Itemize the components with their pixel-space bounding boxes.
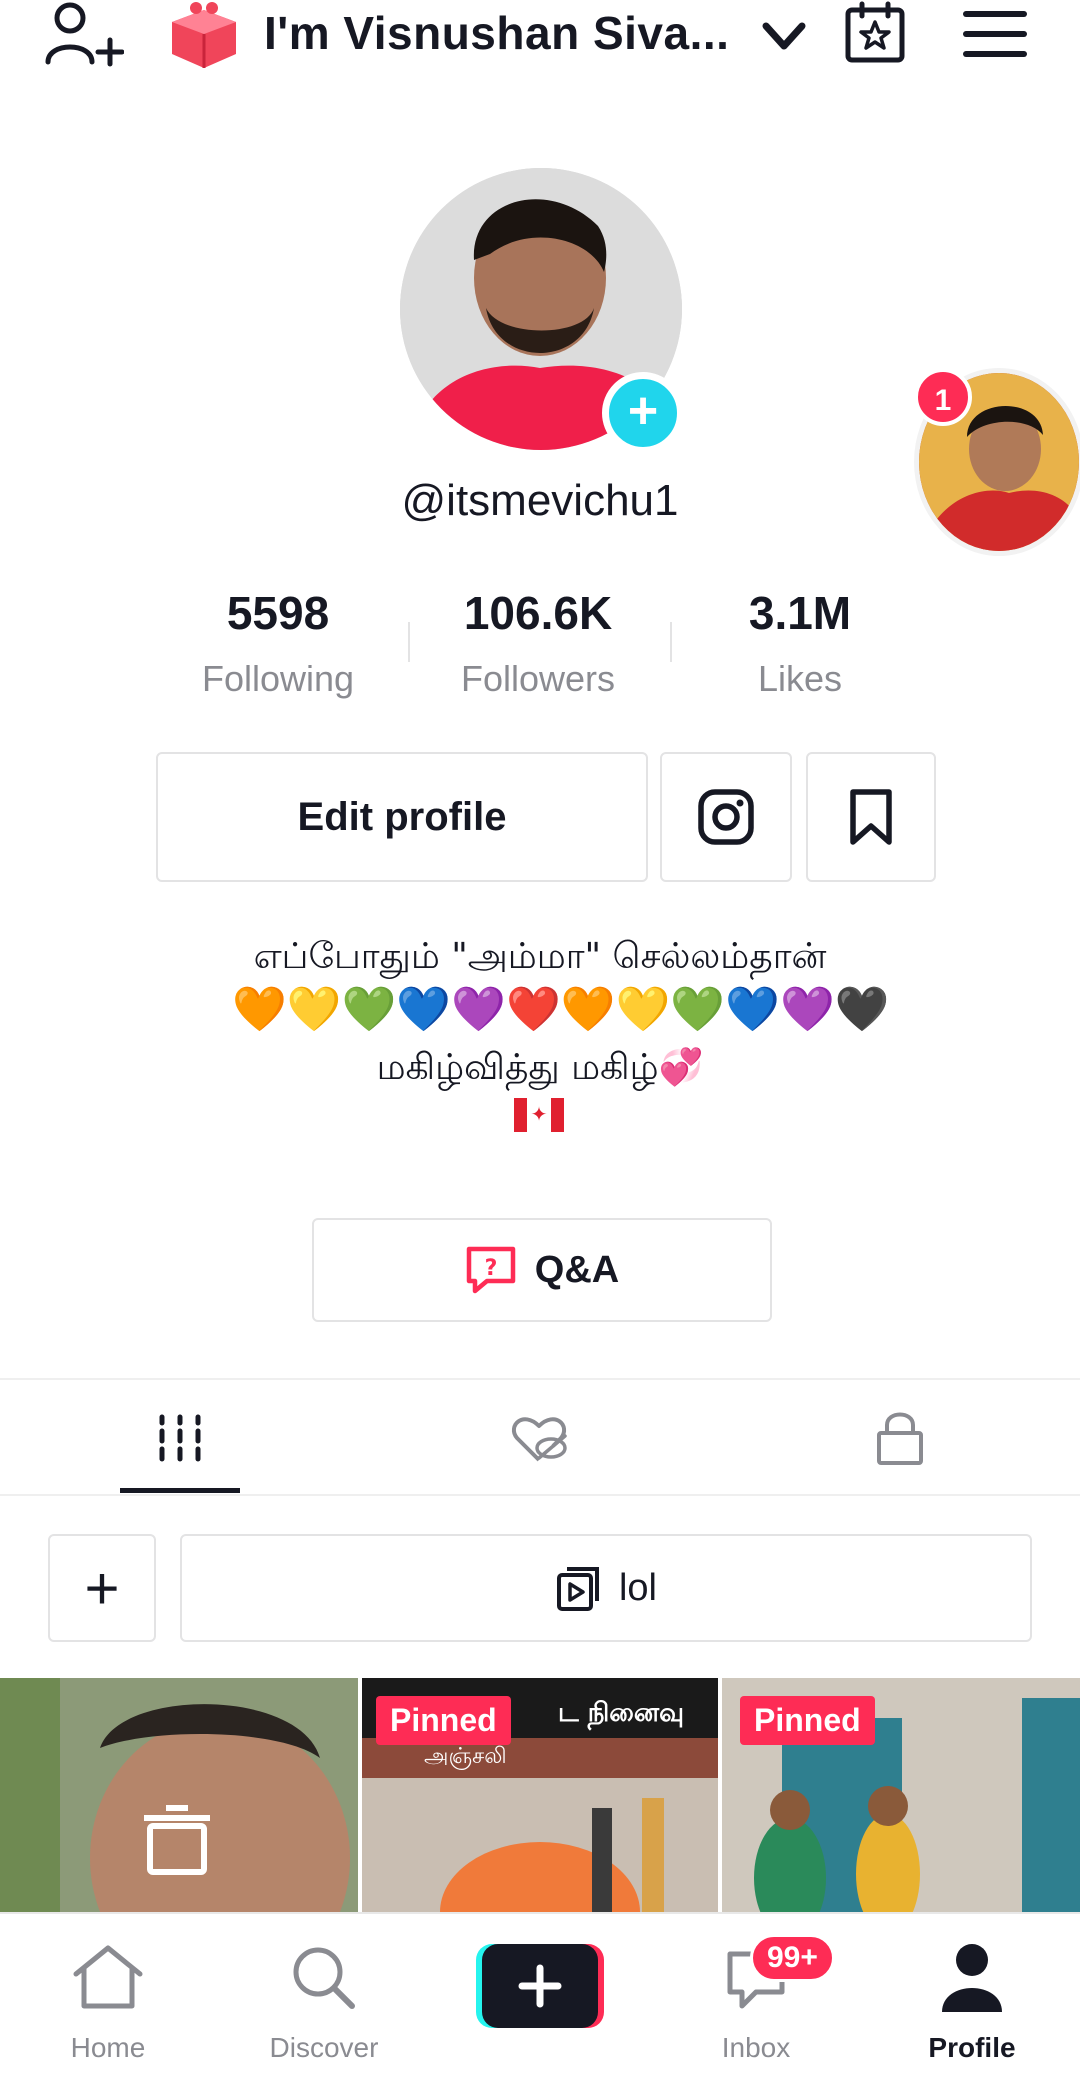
divider [0,1494,1080,1496]
active-tab-indicator [120,1488,240,1493]
stat-followers[interactable]: 106.6K Followers [408,586,668,700]
menu-icon[interactable] [962,8,1028,60]
bookmark-button[interactable] [806,752,936,882]
video-thumbnail[interactable] [0,1678,358,1912]
liked-hidden-icon [511,1417,567,1462]
inbox-badge: 99+ [750,1934,835,1982]
profile-account-name[interactable]: I'm Visnushan Siva... [264,6,729,60]
playlist-name: lol [618,1566,658,1609]
stat-value: 106.6K [463,587,613,639]
nav-label: Discover [269,2032,379,2063]
svg-text:?: ? [484,1256,497,1281]
stat-likes[interactable]: 3.1M Likes [670,586,930,700]
heart-emoji: ❤️ [505,985,561,1034]
stat-label: Followers [460,658,616,699]
add-playlist-button[interactable]: + [48,1534,156,1642]
top-bar: I'm Visnushan Siva... [0,0,1080,80]
heart-emoji: 💛 [286,985,342,1034]
stat-label: Likes [757,658,843,699]
bookmark-icon [850,789,892,845]
stat-label: Following [201,658,355,699]
bio-line: எப்போதும் "அம்மா" செல்லம்தான் [253,936,827,977]
gift-icon[interactable] [166,0,242,72]
question-bubble-icon: ? [466,1246,516,1294]
username: @itsmevichu1 [401,476,679,525]
add-avatar-button[interactable]: + [602,372,684,454]
heart-emoji: 💚 [341,985,397,1034]
nav-label: Inbox [721,2032,791,2063]
playlist-icon [556,1567,599,1611]
video-overlay-text: அஞ்சலி [424,1744,507,1769]
plus-icon [476,1944,604,2028]
video-grid: Pinned ட நினைவு அஞ்சலி Pinned [0,1678,1080,1912]
pinned-badge: Pinned [376,1696,511,1745]
stat-value: 3.1M [748,587,852,639]
bottom-navigation: Home Discover Inbox 99+ Profile [0,1912,1080,2076]
tab-liked[interactable] [480,1380,600,1496]
video-overlay-text: ட நினைவு [558,1698,684,1728]
profile-icon [942,1944,1002,2012]
heart-emoji: 💙 [725,985,780,1034]
nav-home[interactable]: Home [28,1914,188,2076]
tab-private[interactable] [840,1380,960,1496]
tab-videos[interactable] [120,1380,240,1496]
heart-emoji: 💜 [779,985,835,1034]
instagram-icon [698,789,754,845]
qa-label: Q&A [534,1248,620,1291]
videos-grid-icon [159,1414,201,1462]
edit-profile-button[interactable]: Edit profile [156,752,648,882]
content-tabs [0,1380,1080,1496]
search-icon [293,1947,355,2009]
home-icon [73,1945,143,2009]
pinned-badge: Pinned [740,1696,875,1745]
heart-emoji: 💛 [615,985,671,1034]
bio-line: மகிழ்வித்து மகிழ்💞 [376,1047,704,1088]
nav-discover[interactable]: Discover [244,1914,404,2076]
heart-emoji: 🧡 [232,985,287,1034]
canada-flag-icon: ✦ [514,1098,564,1132]
calendar-star-icon[interactable] [842,0,908,66]
heart-emoji: 💚 [670,985,726,1034]
heart-emoji: 🖤 [834,985,890,1034]
nav-label: Profile [928,2032,1016,2063]
create-button[interactable] [476,1944,604,2028]
qa-button[interactable]: ? Q&A [312,1218,772,1322]
nav-label: Home [70,2032,146,2063]
heart-emoji: 💙 [396,985,452,1034]
heart-emoji: 🧡 [560,985,616,1034]
lock-icon [877,1412,923,1465]
heart-emoji: 💜 [451,985,506,1034]
chevron-down-icon[interactable] [758,14,810,58]
bio-hearts: 🧡 💛 💚 💙 💜 ❤️ 🧡 💛 💚 💙 💜 🖤 [232,984,890,1036]
video-thumbnail[interactable]: Pinned [722,1678,1080,1912]
nav-profile[interactable]: Profile [892,1914,1052,2076]
instagram-button[interactable] [660,752,792,882]
stat-following[interactable]: 5598 Following [148,586,408,700]
stat-value: 5598 [226,587,330,639]
add-user-icon[interactable] [44,0,125,74]
story-badge: 1 [914,368,972,426]
playlist-lol[interactable]: lol [180,1534,1032,1642]
video-thumbnail[interactable]: Pinned ட நினைவு அஞ்சலி [362,1678,718,1912]
